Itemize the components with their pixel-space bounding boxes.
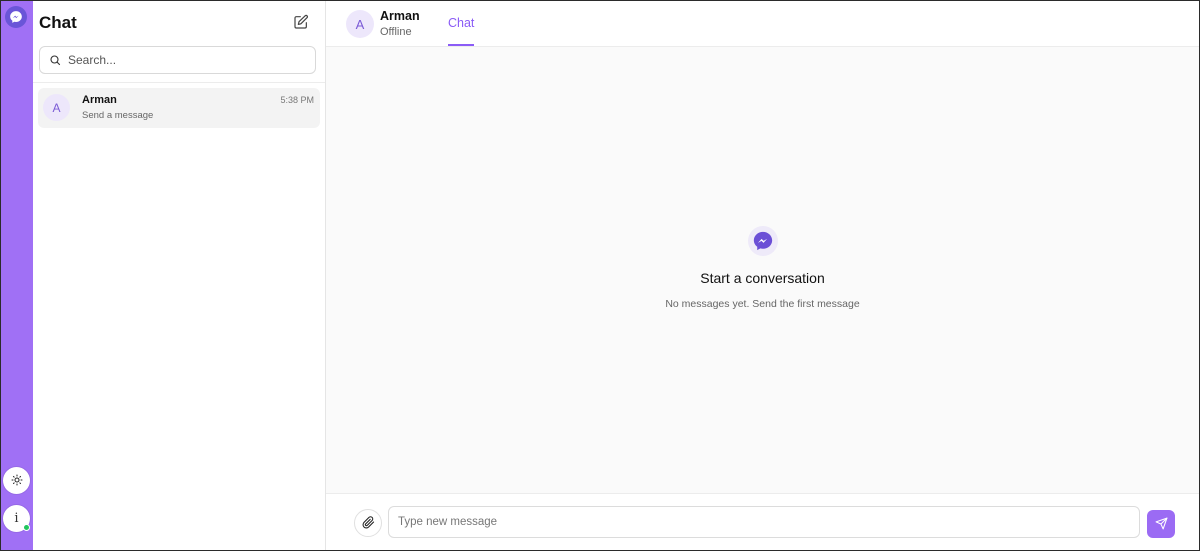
chat-header: A Arman Offline Chat [326,1,1199,47]
chat-panel: A Arman Offline Chat Start a conversatio… [326,1,1199,550]
conversation-sidebar: Chat A Arman Se [33,1,326,550]
info-label: i [14,511,19,526]
conversation-time: 5:38 PM [280,95,314,105]
new-chat-button[interactable] [293,14,311,32]
attach-button[interactable] [354,509,382,537]
send-button[interactable] [1147,510,1175,538]
search-icon [49,51,61,70]
messenger-icon[interactable] [5,6,27,28]
info-button[interactable]: i [3,505,30,532]
contact-name: Arman [380,9,420,23]
search-box [39,46,316,74]
online-status-indicator [23,524,30,531]
edit-icon [293,14,309,34]
empty-state: Start a conversation No messages yet. Se… [326,226,1199,310]
tab-chat[interactable]: Chat [448,16,475,46]
empty-state-title: Start a conversation [700,270,825,286]
sidebar-title: Chat [39,13,77,32]
conversation-preview: Send a message [82,110,154,121]
message-composer [326,493,1199,550]
search-input[interactable] [68,53,298,67]
empty-state-subtitle: No messages yet. Send the first message [665,298,860,310]
paperclip-icon [362,514,375,533]
avatar: A [43,94,70,121]
sun-icon [11,471,23,490]
chat-app: i Chat Search... A Arman Send a message … [0,0,1200,551]
app-rail: i [1,1,33,550]
contact-avatar[interactable]: A [346,10,374,38]
conversation-item[interactable]: A Arman Send a message 5:38 PM [38,88,320,128]
send-icon [1155,515,1168,534]
contact-status: Offline [380,26,412,38]
conversation-name: Arman [82,94,117,106]
message-input[interactable] [388,506,1140,538]
sidebar-header: Chat [33,1,325,83]
messenger-icon [747,226,778,256]
theme-toggle-button[interactable] [3,467,30,494]
